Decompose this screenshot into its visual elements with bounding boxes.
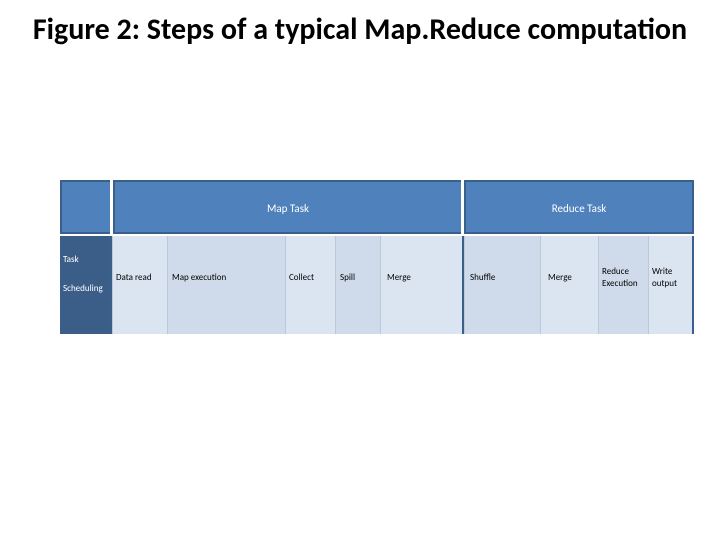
header-reduce-task: Reduce Task: [464, 180, 694, 234]
row-label-scheduling: Scheduling: [63, 283, 107, 294]
col-shuffle: [464, 236, 540, 334]
header-reduce-label: Reduce Task: [466, 182, 692, 236]
label-merge2: Merge: [548, 272, 572, 283]
label-reduce-line1: Reduce: [602, 266, 629, 277]
label-write-line1: Write: [652, 266, 672, 277]
label-write-line2: output: [652, 278, 677, 289]
slide: Figure 2: Steps of a typical Map.Reduce …: [0, 0, 720, 540]
label-data-read: Data read: [116, 272, 152, 283]
col-merge1: [380, 236, 462, 334]
label-reduce-line2: Execution: [602, 278, 638, 289]
figure-title: Figure 2: Steps of a typical Map.Reduce …: [0, 12, 720, 48]
col-spill: [335, 236, 380, 334]
label-collect: Collect: [289, 272, 314, 283]
label-spill: Spill: [340, 272, 355, 283]
row-label-task: Task: [63, 254, 107, 265]
col-data-read: [112, 236, 167, 334]
header-map-task: Map Task: [113, 180, 461, 234]
label-shuffle: Shuffle: [470, 272, 495, 283]
header-map-label: Map Task: [115, 182, 461, 236]
col-merge2: [540, 236, 598, 334]
sep-right: [692, 236, 694, 334]
col-collect: [285, 236, 335, 334]
label-map-exec: Map execution: [172, 272, 226, 283]
col-map-exec: [167, 236, 285, 334]
row-label-cell: Task Scheduling: [60, 236, 110, 334]
label-merge1: Merge: [387, 272, 411, 283]
label-write: Write output: [652, 266, 677, 289]
header-blank: [60, 180, 110, 234]
label-reduce-exec: Reduce Execution: [602, 266, 638, 289]
